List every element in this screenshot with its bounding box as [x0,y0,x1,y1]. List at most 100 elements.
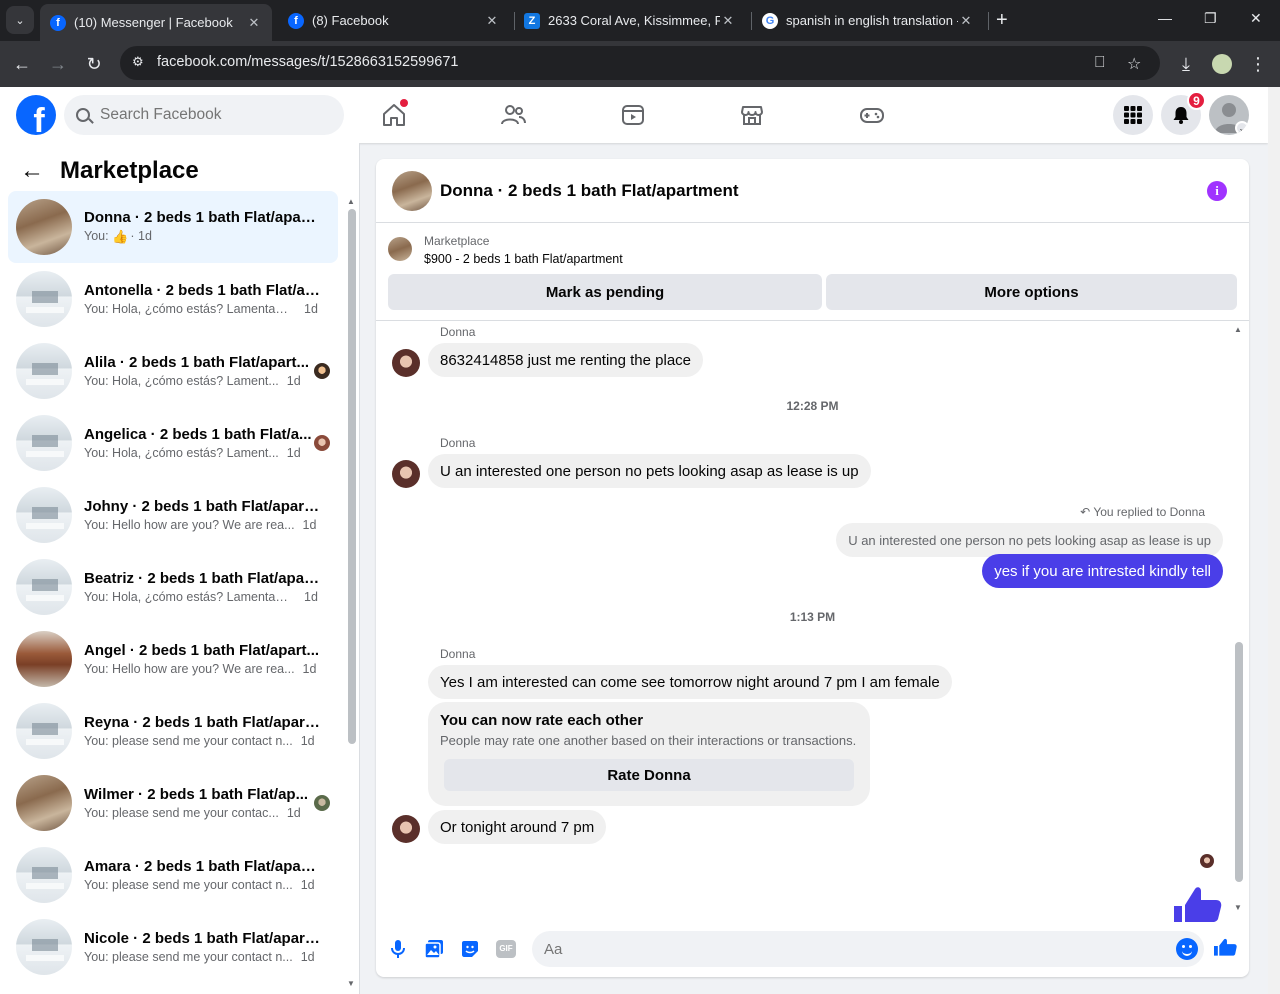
gaming-icon[interactable] [858,101,886,129]
conversation-item-donna[interactable]: Donna · 2 beds 1 bath Flat/apart... You:… [8,191,338,263]
conversation-item[interactable]: Beatriz · 2 beds 1 bath Flat/apart... Yo… [8,551,338,623]
incoming-message[interactable]: Or tonight around 7 pm [428,810,607,844]
listing-thumbnail [16,919,72,975]
conversation-item[interactable]: Amara · 2 beds 1 bath Flat/apart... You:… [8,839,338,911]
scroll-up-arrow-icon[interactable]: ▲ [347,197,355,206]
browser-tab-google[interactable]: G spanish in english translation - G ✕ [752,4,984,37]
browser-tab-zillow[interactable]: Z 2633 Coral Ave, Kissimmee, FL 3 ✕ [514,4,746,37]
site-settings-icon[interactable]: ⚙ [132,54,144,70]
gif-icon[interactable]: GIF [494,937,518,961]
incoming-message[interactable]: Yes I am interested can come see tomorro… [428,665,952,699]
tab-title: (10) Messenger | Facebook [74,15,233,30]
photo-icon[interactable] [422,937,446,961]
conversation-item[interactable]: Wilmer · 2 beds 1 bath Flat/ap... You: p… [8,767,338,839]
sidebar-scrollbar[interactable] [348,209,356,744]
conversation-snippet: You: please send me your contact n... [84,950,293,964]
more-options-button[interactable]: More options [826,274,1237,310]
tab-search-chevron-icon[interactable]: ⌄ [6,6,34,34]
search-box[interactable] [64,95,344,135]
conversation-item[interactable]: Alila · 2 beds 1 bath Flat/apart... You:… [8,335,338,407]
conversation-item[interactable]: Reyna · 2 beds 1 bath Flat/apart... You:… [8,695,338,767]
conversation-item[interactable]: Angel · 2 beds 1 bath Flat/apart... You:… [8,623,338,695]
marketplace-icon[interactable] [738,101,766,129]
scroll-down-arrow-icon[interactable]: ▼ [347,979,355,988]
quoted-message[interactable]: U an interested one person no pets looki… [836,523,1223,557]
friends-icon[interactable] [499,101,527,129]
microphone-icon[interactable] [386,937,410,961]
back-arrow-icon[interactable]: ← [10,52,34,76]
notifications-button[interactable]: 9 [1161,91,1206,135]
donna-avatar[interactable] [392,815,420,843]
conversation-item[interactable]: Angelica · 2 beds 1 bath Flat/a... You: … [8,407,338,479]
donna-avatar[interactable] [392,460,420,488]
sidebar-title: Marketplace [60,157,199,184]
seen-avatar [314,795,330,811]
message-input[interactable] [532,931,1204,967]
conversation-time: 1d [302,662,317,676]
scroll-up-arrow-icon[interactable]: ▲ [1234,325,1242,334]
browser-menu-icon[interactable]: ⋮ [1246,52,1270,76]
conversation-time: 1d [300,950,315,964]
scroll-down-arrow-icon[interactable]: ▼ [1234,903,1242,912]
tab-title: (8) Facebook [312,13,389,28]
forward-arrow-icon[interactable]: → [46,52,70,76]
close-window-icon[interactable]: ✕ [1250,10,1262,27]
reload-icon[interactable]: ↻ [82,52,106,76]
listing-thumbnail [16,271,72,327]
install-app-icon[interactable]: ⎕ [1095,54,1105,72]
conversation-snippet: You: Hola, ¿cómo estás? Lament... [84,374,279,388]
donna-avatar[interactable] [392,349,420,377]
conversation-time: 1d [286,446,301,460]
incoming-message[interactable]: 8632414858 just me renting the place [428,343,704,377]
outgoing-message[interactable]: yes if you are intrested kindly tell [982,554,1223,588]
bookmark-star-icon[interactable]: ☆ [1127,54,1141,74]
rate-donna-button[interactable]: Rate Donna [444,759,854,791]
conversation-info-icon[interactable]: i [1207,181,1227,201]
back-arrow-icon[interactable]: ← [20,157,44,185]
close-tab-icon[interactable]: ✕ [484,13,500,29]
listing-avatar[interactable] [392,170,432,211]
listing-price-title[interactable]: $900 - 2 beds 1 bath Flat/apartment [424,252,623,266]
thumbs-up-send-icon[interactable] [1214,935,1238,959]
conversation-item[interactable]: Antonella · 2 beds 1 bath Flat/ap... You… [8,263,338,335]
mark-as-pending-button[interactable]: Mark as pending [388,274,822,310]
conversation-time: 1d [300,734,315,748]
chat-scrollbar[interactable] [1235,642,1243,882]
conversation-time: · 1d [130,229,152,243]
google-favicon-icon: G [762,12,778,29]
close-tab-icon[interactable]: ✕ [720,13,736,29]
video-icon[interactable] [619,101,647,129]
incoming-message[interactable]: U an interested one person no pets looki… [428,454,871,488]
conversation-item[interactable]: Johny · 2 beds 1 bath Flat/apart... You:… [8,479,338,551]
account-avatar-button[interactable]: ⌄ [1209,95,1249,135]
sticker-icon[interactable] [458,937,482,961]
chat-header: Donna · 2 beds 1 bath Flat/apartment i [376,159,1249,223]
new-tab-icon[interactable]: + [996,10,1008,30]
close-tab-icon[interactable]: ✕ [958,13,974,29]
browser-tab-facebook[interactable]: f (8) Facebook ✕ [278,4,510,37]
search-input[interactable] [100,106,320,124]
conversation-snippet: You: Hello how are you? We are rea... [84,662,295,676]
listing-thumbnail[interactable] [388,237,412,261]
minimize-icon[interactable]: — [1158,10,1172,26]
home-icon[interactable] [380,99,408,129]
facebook-logo[interactable]: f [16,95,56,135]
facebook-header: f 9 ⌄ [0,87,1268,143]
sent-like-icon[interactable] [1174,886,1224,922]
emoji-icon[interactable] [1176,938,1198,960]
close-tab-icon[interactable]: ✕ [246,15,262,31]
profile-avatar-icon[interactable] [1210,52,1234,76]
chat-title[interactable]: Donna · 2 beds 1 bath Flat/apartment [440,181,739,201]
restore-icon[interactable]: ❐ [1204,10,1217,27]
listing-thumbnail [16,199,72,255]
browser-tab-messenger[interactable]: f (10) Messenger | Facebook ✕ [40,4,272,41]
facebook-favicon-icon: f [50,14,66,31]
seen-avatar [314,435,330,451]
page-scrollbar[interactable] [1268,87,1280,994]
conversation-item[interactable]: Nicole · 2 beds 1 bath Flat/apart... You… [8,911,338,983]
url-text[interactable]: facebook.com/messages/t/1528663152599671 [157,54,459,70]
address-bar[interactable]: ⚙ facebook.com/messages/t/15286631525996… [120,46,1160,80]
menu-grid-button[interactable] [1113,95,1153,135]
conversation-snippet: You: Hola, ¿cómo estás? Lament... [84,446,279,460]
downloads-icon[interactable]: ⤓ [1174,52,1198,76]
